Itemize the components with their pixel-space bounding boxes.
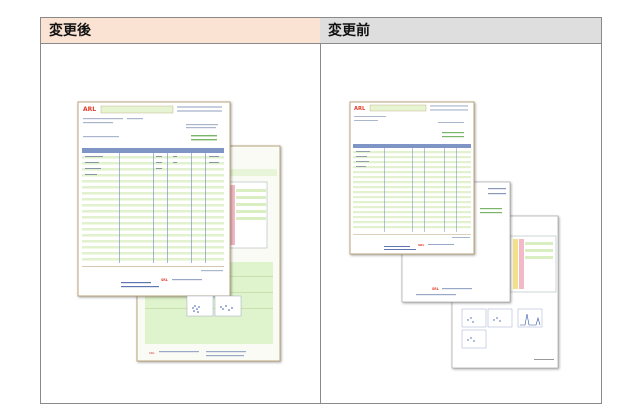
after-report-illustration: SRL ARL SRL — [77, 101, 281, 362]
svg-text:ARL: ARL — [354, 106, 366, 112]
svg-text:SRL: SRL — [432, 287, 439, 291]
after-header: 変更後 — [41, 18, 320, 44]
after-preview: SRL ARL SRL — [41, 44, 320, 403]
svg-text:SRL: SRL — [418, 243, 424, 247]
before-front-page: ARL SRL — [349, 101, 475, 255]
svg-text:SRL: SRL — [161, 278, 168, 282]
before-report-illustration: SRL ARL SRL — [349, 101, 559, 369]
before-header: 変更前 — [320, 18, 601, 44]
after-front-page: ARL SRL — [77, 101, 231, 297]
after-column: 変更後 SRL ARL SRL — [41, 18, 321, 403]
comparison-table: 変更後 SRL ARL SRL 変更前 SRL ARL SRL — [40, 17, 602, 404]
before-preview: SRL ARL SRL — [320, 44, 601, 403]
before-column: 変更前 SRL ARL SRL — [320, 18, 601, 403]
svg-text:SRL: SRL — [149, 351, 155, 355]
svg-text:ARL: ARL — [83, 106, 96, 113]
